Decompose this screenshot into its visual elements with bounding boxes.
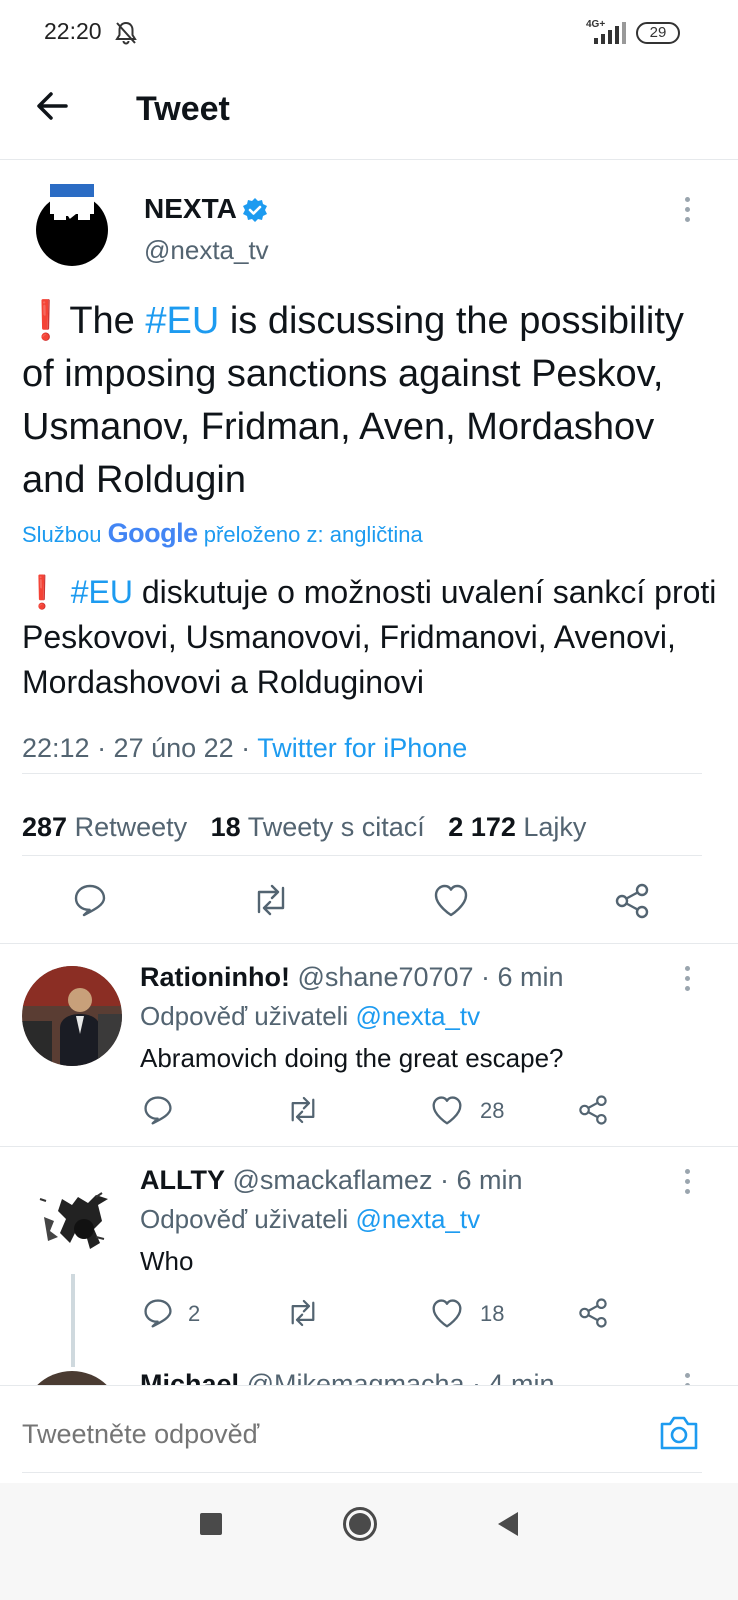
reply-icon[interactable] [142, 1094, 174, 1126]
status-bar: 22:20 4G+ 29 [0, 0, 738, 68]
quotes-label: Tweety s citací [247, 812, 425, 842]
tweet-timestamp: 22:12 · 27 úno 22 · [22, 733, 258, 763]
author-handle[interactable]: @nexta_tv [144, 235, 269, 266]
translation-attribution[interactable]: Službou Google přeloženo z: angličtina [22, 518, 423, 549]
reply-time: · 4 min [464, 1369, 555, 1385]
reply-icon[interactable] [72, 882, 108, 918]
hashtag-link[interactable]: #EU [145, 300, 219, 342]
verified-badge-icon [243, 198, 267, 222]
page-title: Tweet [136, 90, 230, 128]
reply-header: Rationinho! @shane70707 · 6 min [140, 962, 564, 993]
retweets-label: Retweety [74, 812, 188, 842]
translated-text: ❗ #EU diskutuje o možnosti uvalení sankc… [22, 570, 722, 705]
like-heart-icon[interactable] [430, 1297, 464, 1329]
divider [22, 855, 702, 856]
tweet-text: ❗The #EU is discussing the possibility o… [22, 295, 722, 507]
back-triangle-icon[interactable] [496, 1511, 520, 1537]
retweet-icon[interactable] [285, 1094, 321, 1126]
reply-to-handle[interactable]: @nexta_tv [355, 1204, 480, 1234]
quotes-stat[interactable]: 18 Tweety s citací [211, 812, 425, 842]
retweet-icon[interactable] [250, 882, 292, 918]
like-heart-icon[interactable] [432, 882, 470, 918]
tweet-meta: 22:12 · 27 úno 22 · Twitter for iPhone [22, 733, 467, 764]
translation-from: přeloženo z: angličtina [203, 522, 423, 547]
reply-to-line: Odpověď uživateli @nexta_tv [140, 1204, 480, 1235]
reply-more-options-icon[interactable] [682, 966, 692, 996]
translation-by: Službou [22, 522, 102, 547]
translated-hashtag-link[interactable]: #EU [71, 574, 133, 610]
retweets-count: 287 [22, 812, 68, 842]
like-count: 28 [480, 1098, 505, 1123]
signal-icon [594, 22, 626, 44]
back-arrow-icon[interactable] [34, 88, 70, 124]
reply-input[interactable] [22, 1408, 622, 1460]
status-time: 22:20 [44, 18, 102, 44]
like-heart-icon[interactable] [430, 1094, 464, 1126]
tweet-text-prefix: ❗The [22, 300, 146, 342]
reply-author-handle[interactable]: @smackaflamez [233, 1165, 433, 1195]
reply-author-name[interactable]: ALLTY [140, 1165, 225, 1195]
retweet-icon[interactable] [285, 1297, 321, 1329]
battery-indicator: 29 [636, 22, 680, 44]
app-bar: Tweet [0, 68, 738, 160]
home-circle-icon[interactable] [343, 1507, 377, 1541]
reply-time: · 6 min [432, 1165, 523, 1195]
reply-avatar[interactable] [22, 1371, 122, 1385]
reply-avatar[interactable] [22, 1169, 122, 1269]
tweet-source-link[interactable]: Twitter for iPhone [257, 733, 467, 763]
camera-icon[interactable] [658, 1414, 700, 1452]
reply-text: Abramovich doing the great escape? [140, 1043, 564, 1073]
reply-item[interactable]: Rationinho! @shane70707 · 6 min Odpověď … [0, 944, 738, 1146]
reply-more-options-icon[interactable] [682, 1169, 692, 1199]
system-nav-bar [0, 1483, 738, 1600]
retweets-stat[interactable]: 287 Retweety [22, 812, 187, 842]
reply-to-handle[interactable]: @nexta_tv [355, 1001, 480, 1031]
reply-item[interactable]: ALLTY @smackaflamez · 6 min Odpověď uživ… [0, 1147, 738, 1367]
reply-count: 2 [188, 1301, 201, 1326]
divider [22, 773, 702, 774]
share-icon[interactable] [613, 882, 651, 920]
reply-author-name[interactable]: Michael [140, 1369, 239, 1385]
likes-stat[interactable]: 2 172 Lajky [448, 812, 586, 842]
tweet-stats: 287 Retweety 18 Tweety s citací 2 172 La… [22, 812, 586, 843]
quotes-count: 18 [210, 812, 241, 842]
reply-text: Who [140, 1246, 194, 1276]
google-logo: Google [107, 518, 199, 548]
reply-icon[interactable] [142, 1297, 174, 1329]
author-name-row[interactable]: NEXTA [144, 193, 237, 225]
reply-header: ALLTY @smackaflamez · 6 min [140, 1165, 523, 1196]
reply-author-handle[interactable]: @shane70707 [297, 962, 473, 992]
like-count: 18 [480, 1301, 505, 1326]
likes-count: 2 172 [448, 812, 516, 842]
reply-author-handle[interactable]: @Mikemagmacha [247, 1369, 465, 1385]
divider [22, 1472, 702, 1473]
share-icon[interactable] [577, 1297, 609, 1329]
reply-header: Michael @Mikemagmacha · 4 min [140, 1369, 555, 1385]
recents-square-icon[interactable] [200, 1513, 222, 1535]
reply-author-name[interactable]: Rationinho! [140, 962, 290, 992]
reply-to-label: Odpověď uživateli [140, 1204, 349, 1234]
battery-level: 29 [649, 24, 667, 41]
reply-avatar[interactable] [22, 966, 122, 1066]
reply-more-options-icon[interactable] [682, 1373, 692, 1385]
share-icon[interactable] [577, 1094, 609, 1126]
author-avatar[interactable] [34, 184, 110, 271]
reply-item[interactable]: Michael @Mikemagmacha · 4 min [0, 1367, 738, 1385]
reply-to-label: Odpověď uživateli [140, 1001, 349, 1031]
reply-to-line: Odpověď uživateli @nexta_tv [140, 1001, 480, 1032]
author-name[interactable]: NEXTA [144, 193, 237, 224]
reply-time: · 6 min [473, 962, 564, 992]
more-options-icon[interactable] [682, 197, 692, 227]
bell-muted-icon [115, 21, 137, 45]
likes-label: Lajky [523, 812, 587, 842]
thread-line [71, 1274, 75, 1367]
compose-bar [0, 1385, 738, 1483]
translated-text-prefix: ❗ [22, 574, 71, 610]
